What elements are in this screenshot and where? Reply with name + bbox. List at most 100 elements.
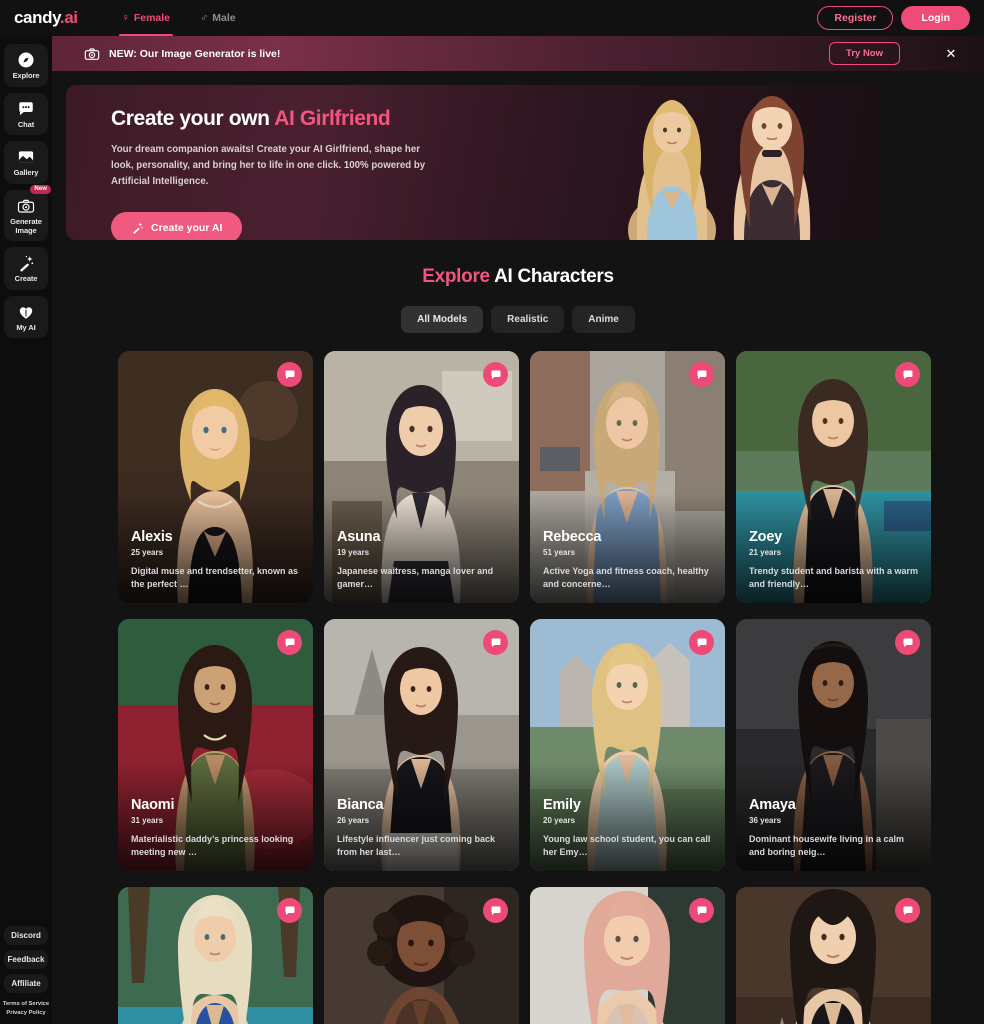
chat-badge-button[interactable] (277, 362, 302, 387)
card-name: Naomi (131, 796, 175, 813)
announcement-message: Our Image Generator is live! (139, 47, 281, 60)
filter-all-models[interactable]: All Models (401, 306, 484, 333)
logo-accent: .ai (59, 8, 78, 27)
chat-badge-button[interactable] (483, 362, 508, 387)
main-content: NEW: Our Image Generator is live! Try No… (52, 36, 984, 1024)
gallery-icon (18, 151, 34, 163)
character-card[interactable]: Zoey 21 years Trendy student and barista… (736, 351, 931, 603)
sidebar-item-label: Generate Image (10, 216, 42, 235)
affiliate-button[interactable]: Affiliate (4, 974, 48, 993)
chat-bubble-icon (285, 906, 294, 915)
create-your-ai-button[interactable]: Create your AI (111, 212, 243, 240)
card-description: Lifestyle influencer just coming back fr… (337, 833, 496, 857)
sidebar-item-label: Gallery (13, 168, 39, 178)
card-name: Asuna (337, 528, 381, 545)
filter-anime[interactable]: Anime (572, 306, 635, 333)
magic-wand-icon (133, 222, 143, 234)
gender-tabs: ♀ Female ♂ Male (118, 0, 236, 36)
male-symbol-icon: ♂ (200, 11, 209, 24)
sidebar-item-generate-image[interactable]: New Generate Image (4, 184, 51, 242)
magic-wand-icon (20, 256, 34, 272)
chat-badge-button[interactable] (689, 898, 714, 923)
character-card[interactable]: Naomi 31 years Materialistic daddy’s pri… (118, 619, 313, 871)
card-info: Emily 20 years Young law school student,… (543, 797, 713, 859)
chat-badge-button[interactable] (277, 630, 302, 655)
character-card[interactable]: Rebecca 51 years Active Yoga and fitness… (530, 351, 725, 603)
card-description: Active Yoga and fitness coach, healthy a… (543, 565, 709, 589)
scroll-area[interactable]: Create your own AI Girlfriend Your dream… (52, 71, 984, 1024)
app-logo[interactable]: candy.ai (14, 8, 78, 28)
chat-bubble-icon (697, 906, 706, 915)
card-age: 51 years (543, 547, 576, 557)
login-button[interactable]: Login (901, 6, 970, 30)
card-description: Trendy student and barista with a warm a… (749, 565, 919, 589)
character-card[interactable] (530, 887, 725, 1024)
register-button[interactable]: Register (817, 6, 894, 30)
chat-bubble-icon (903, 370, 912, 379)
heart-icon (19, 306, 33, 319)
filter-realistic[interactable]: Realistic (491, 306, 565, 333)
chat-bubble-icon (903, 906, 912, 915)
tab-male[interactable]: ♂ Male (200, 0, 236, 36)
sidebar-item-explore[interactable]: Explore (4, 44, 48, 87)
tab-female[interactable]: ♀ Female (118, 0, 174, 36)
chat-bubble-icon (491, 906, 500, 915)
card-info: Bianca 26 years Lifestyle influencer jus… (337, 797, 507, 859)
close-icon[interactable]: ✕ (944, 46, 958, 62)
sidebar-item-gallery[interactable]: Gallery (4, 141, 48, 184)
card-name: Alexis (131, 528, 173, 545)
sidebar-item-create[interactable]: Create (4, 247, 48, 290)
character-card[interactable]: Alexis 25 years Digital muse and trendse… (118, 351, 313, 603)
hero-banner: Create your own AI Girlfriend Your dream… (66, 85, 882, 240)
card-age: 31 years (131, 815, 164, 825)
card-age: 26 years (337, 815, 370, 825)
character-card[interactable] (324, 887, 519, 1024)
announcement-prefix: NEW: (109, 47, 137, 60)
chat-badge-button[interactable] (483, 898, 508, 923)
chat-bubble-icon (491, 370, 500, 379)
section-title-accent: Explore (422, 266, 490, 287)
character-card[interactable]: Emily 20 years Young law school student,… (530, 619, 725, 871)
card-name: Bianca (337, 796, 384, 813)
card-description: Young law school student, you can call h… (543, 833, 711, 857)
hero-title-plain: Create your own (111, 107, 275, 130)
new-badge: New (30, 184, 51, 194)
sidebar-footer: Discord Feedback Affiliate Terms of Serv… (0, 926, 52, 1016)
chat-badge-button[interactable] (689, 362, 714, 387)
section-title: Explore AI Characters (52, 266, 984, 288)
card-age: 36 years (749, 815, 782, 825)
character-card[interactable] (118, 887, 313, 1024)
chat-bubble-icon (697, 638, 706, 647)
sidebar-item-my-ai[interactable]: My AI (4, 295, 48, 339)
sidebar-item-label: Explore (12, 71, 40, 80)
feedback-button[interactable]: Feedback (4, 950, 48, 969)
card-description: Materialistic daddy’s princess looking m… (131, 833, 294, 857)
character-card[interactable] (736, 887, 931, 1024)
sidebar-item-label: My AI (16, 322, 36, 332)
female-symbol-icon: ♀ (121, 11, 130, 24)
card-description: Digital muse and trendsetter, known as t… (131, 565, 299, 589)
chat-badge-button[interactable] (895, 362, 920, 387)
chat-bubble-icon (491, 638, 500, 647)
terms-of-service-link[interactable]: Terms of Service (3, 1001, 49, 1007)
character-card[interactable]: Bianca 26 years Lifestyle influencer jus… (324, 619, 519, 871)
try-now-button[interactable]: Try Now (829, 42, 900, 65)
character-card[interactable]: Asuna 19 years Japanese waitress, manga … (324, 351, 519, 603)
discord-button[interactable]: Discord (4, 926, 48, 945)
top-bar: candy.ai ♀ Female ♂ Male Register Login (0, 0, 984, 36)
tab-female-label: Female (133, 12, 171, 24)
character-card[interactable]: Amaya 36 years Dominant housewife living… (736, 619, 931, 871)
card-name: Emily (543, 796, 581, 813)
privacy-policy-link[interactable]: Privacy Policy (6, 1010, 45, 1016)
hero-title-accent: AI Girlfriend (274, 107, 391, 130)
chat-badge-button[interactable] (689, 630, 714, 655)
card-description: Dominant housewife living in a calm and … (749, 833, 905, 857)
chat-badge-button[interactable] (483, 630, 508, 655)
sidebar-item-label: Create (14, 274, 38, 284)
chat-badge-button[interactable] (895, 898, 920, 923)
chat-badge-button[interactable] (277, 898, 302, 923)
chat-badge-button[interactable] (895, 630, 920, 655)
card-info: Zoey 21 years Trendy student and barista… (749, 529, 919, 591)
chat-bubble-icon (285, 370, 294, 379)
sidebar-item-chat[interactable]: Chat (4, 92, 48, 136)
